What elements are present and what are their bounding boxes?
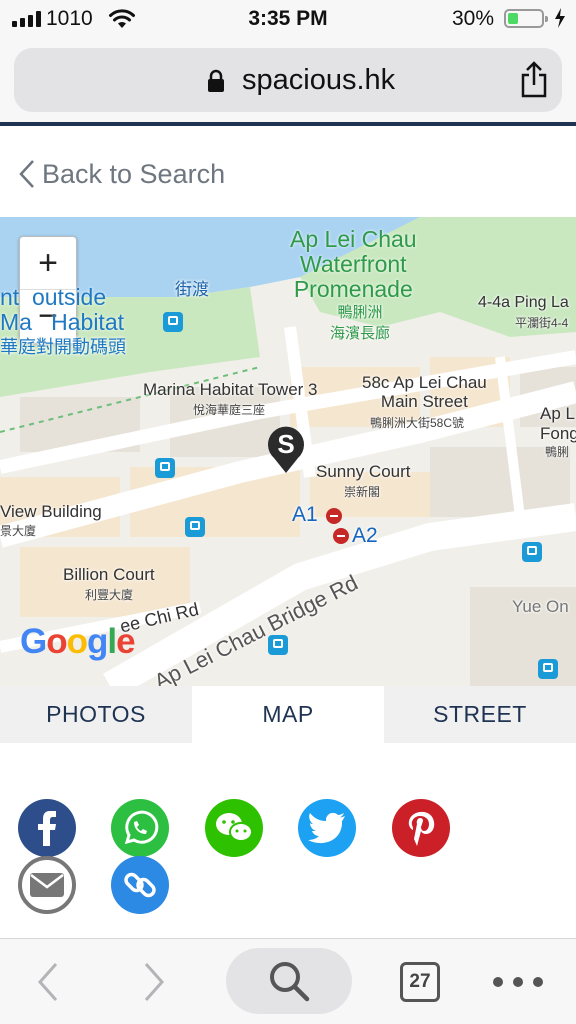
- browser-address-bar: spacious.hk: [0, 38, 576, 122]
- battery-icon: [504, 9, 548, 28]
- map-label-main-street: 58c Ap Lei Chau Main Street: [362, 373, 487, 411]
- map-label-sunny-court: Sunny Court: [316, 462, 411, 481]
- map-label-ap-lei-zh: 鴨脷: [545, 445, 570, 459]
- property-pin-icon[interactable]: S: [266, 422, 306, 474]
- map-label-promenade: Ap Lei Chau Waterfront Promenade: [290, 226, 417, 302]
- map-label-marina-tower: Marina Habitat Tower 3: [143, 380, 318, 399]
- email-share-button[interactable]: [18, 856, 76, 914]
- zoom-in-button[interactable]: +: [20, 237, 76, 290]
- back-to-search-label: Back to Search: [42, 158, 226, 189]
- map-label-pier-zh: 華庭對開動碼頭: [0, 337, 126, 357]
- tab-map[interactable]: MAP: [192, 686, 384, 743]
- back-to-search-link[interactable]: Back to Search: [18, 152, 225, 196]
- mtr-icon: [333, 528, 349, 544]
- browser-toolbar: 27: [0, 938, 576, 1024]
- map-label-promenade-zh: 鴨脷洲 海濱長廊: [330, 304, 391, 342]
- tab-street[interactable]: STREET: [384, 686, 576, 743]
- more-button[interactable]: [490, 939, 546, 1024]
- back-icon: [37, 963, 58, 1001]
- media-tabs: PHOTOS MAP STREET: [0, 686, 576, 743]
- status-bar: 1010 3:35 PM 30%: [0, 0, 576, 38]
- map-label-billion-court: Billion Court: [63, 565, 155, 584]
- pinterest-icon: [408, 811, 435, 846]
- bus-stop-icon: [163, 312, 183, 332]
- search-button[interactable]: [226, 948, 352, 1014]
- wechat-share-button[interactable]: [205, 799, 263, 857]
- map-label-main-street-zh: 鴨脷洲大街58C號: [370, 416, 465, 430]
- bus-stop-icon: [268, 635, 288, 655]
- map-label-station-a2: A2: [352, 524, 378, 547]
- map-label-billion-court-zh: 利豐大廈: [85, 588, 134, 602]
- share-icon[interactable]: [518, 61, 550, 99]
- svg-text:S: S: [277, 429, 294, 459]
- bus-stop-icon: [538, 659, 558, 679]
- url-text: spacious.hk: [242, 64, 396, 96]
- pinterest-share-button[interactable]: [392, 799, 450, 857]
- site-header-rule: [0, 122, 576, 126]
- map-label-station-a1: A1: [292, 503, 318, 526]
- tabs-icon: 27: [400, 962, 440, 1002]
- whatsapp-share-button[interactable]: [111, 799, 169, 857]
- map-label-ping-lan-zh: 平瀾街4-4: [515, 316, 569, 330]
- mtr-icon: [326, 508, 342, 524]
- facebook-icon: [38, 811, 56, 846]
- url-field[interactable]: spacious.hk: [14, 48, 562, 112]
- facebook-share-button[interactable]: [18, 799, 76, 857]
- map-label-ap-lei: Ap L Fong: [540, 404, 576, 443]
- tabs-button[interactable]: 27: [398, 939, 442, 1024]
- bus-stop-icon: [185, 517, 205, 537]
- lock-icon: [208, 69, 224, 92]
- map-label-view-building-zh: 景大廈: [0, 524, 37, 538]
- twitter-icon: [308, 812, 345, 844]
- battery-percent: 30%: [452, 7, 495, 30]
- map-view[interactable]: + − Ap Lei Chau Waterfront Promenade 鴨脷洲…: [0, 217, 576, 686]
- map-label-ferry: 街渡: [175, 280, 209, 299]
- chevron-left-icon: [19, 160, 34, 188]
- copy-link-button[interactable]: [111, 856, 169, 914]
- back-button[interactable]: [28, 939, 68, 1024]
- twitter-share-button[interactable]: [298, 799, 356, 857]
- email-icon: [30, 873, 64, 897]
- bus-stop-icon: [522, 542, 542, 562]
- map-label-ping-lan: 4-4a Ping La: [478, 294, 569, 311]
- map-label-view-building: View Building: [0, 502, 102, 521]
- map-label-marina-tower-zh: 悅海華庭三座: [193, 403, 266, 417]
- map-label-yue-on: Yue On: [512, 597, 569, 616]
- google-logo: Google: [20, 622, 136, 661]
- link-icon: [124, 872, 156, 898]
- tab-photos[interactable]: PHOTOS: [0, 686, 192, 743]
- whatsapp-icon: [124, 810, 159, 845]
- map-label-pier: nt outside Ma Habitat: [0, 284, 124, 335]
- bus-stop-icon: [155, 458, 175, 478]
- search-icon: [270, 962, 310, 1002]
- forward-icon: [144, 963, 165, 1001]
- wechat-icon: [216, 813, 253, 842]
- charging-icon: [555, 8, 565, 28]
- more-icon: [493, 977, 543, 987]
- map-label-sunny-court-zh: 崇新閣: [344, 485, 381, 499]
- forward-button[interactable]: [134, 939, 174, 1024]
